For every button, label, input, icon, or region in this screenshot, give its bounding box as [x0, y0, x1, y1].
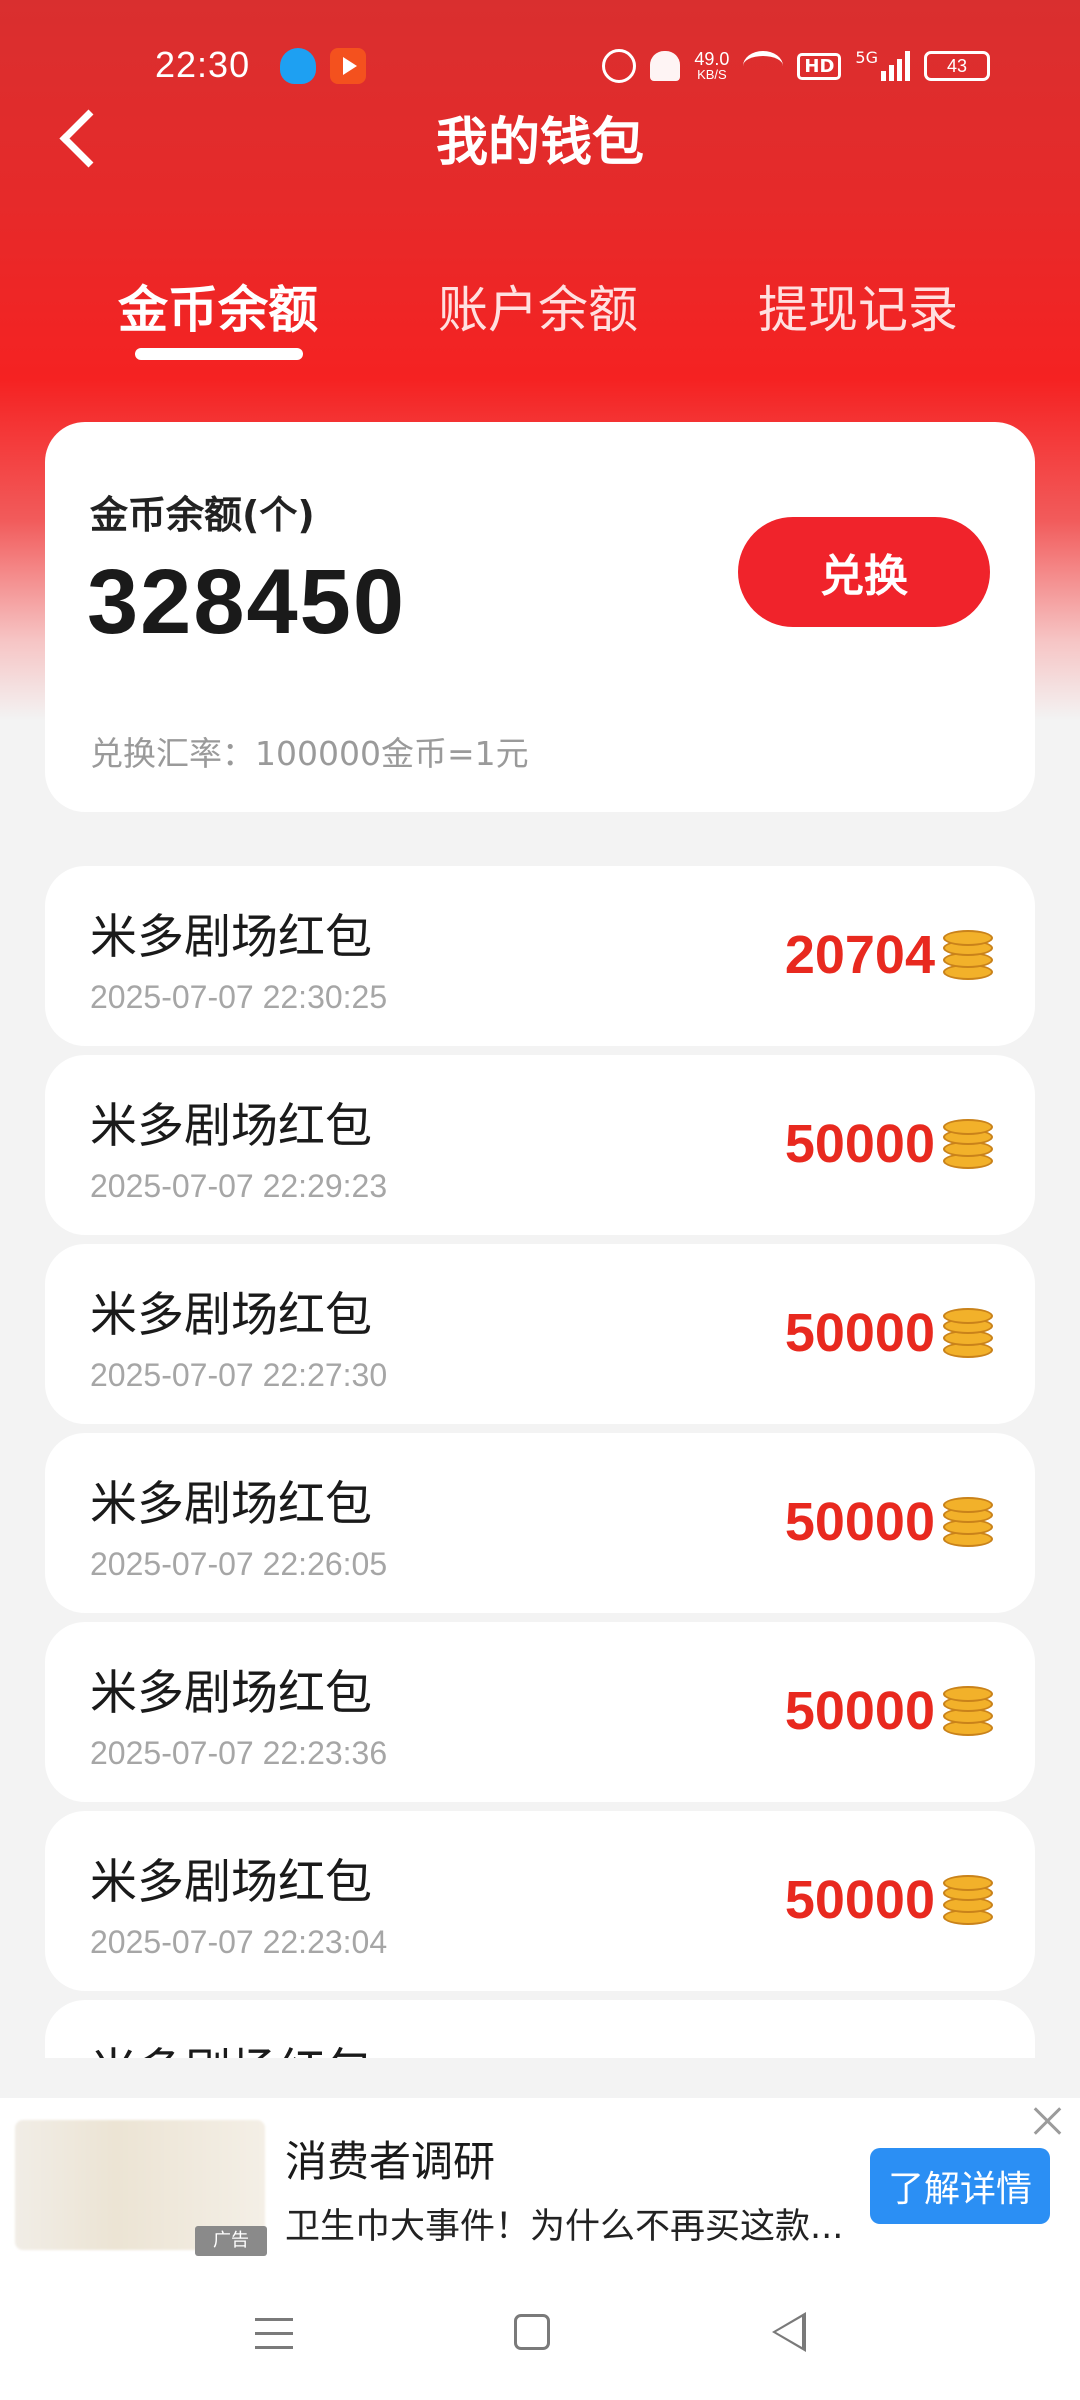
record-title: 米多剧场红包: [90, 1855, 372, 1910]
tab-coin-balance[interactable]: 金币余额: [118, 270, 318, 342]
ad-tag: 广告: [195, 2226, 267, 2256]
record-title: 米多剧场红包: [90, 910, 372, 965]
record-time: 2025-07-07 22:27:30: [90, 1357, 388, 1393]
list-item[interactable]: 米多剧场红包 2025-07-07 22:26:05 50000: [45, 1433, 1035, 1613]
coin-stack-icon: [943, 1308, 993, 1358]
coin-stack-icon: [943, 1875, 993, 1925]
list-item[interactable]: 米多剧场红包 2025-07-07 22:23:36 50000: [45, 1622, 1035, 1802]
menu-icon[interactable]: [255, 2316, 293, 2350]
list-item[interactable]: 米多剧场红包 2025-07-07 22:23:04 50000: [45, 1811, 1035, 1991]
record-title: 米多剧场红包: [90, 2032, 372, 2058]
close-icon[interactable]: [1030, 2103, 1066, 2139]
page-title: 我的钱包: [435, 113, 644, 173]
net-speed: 49.0 KB/S: [694, 50, 729, 82]
record-list[interactable]: 米多剧场红包 2025-07-07 22:30:25 20704 米多剧场红包 …: [0, 860, 1080, 2058]
qq-icon: [280, 48, 316, 84]
video-app-icon: [330, 48, 366, 84]
status-icons: 49.0 KB/S HD 5G 43: [602, 46, 990, 86]
battery-icon: 43: [924, 51, 990, 81]
tab-account-balance[interactable]: 账户余额: [438, 270, 638, 342]
ad-banner[interactable]: 广告 消费者调研 卫生巾大事件！为什么不再买这款... 了解详情: [0, 2098, 1080, 2268]
status-time: 22:30: [155, 44, 251, 85]
balance-card: 金币余额(个) 328450 兑换 兑换汇率：100000金币=1元: [45, 422, 1035, 812]
tab-indicator: [135, 348, 303, 360]
record-title: 米多剧场红包: [90, 1666, 372, 1721]
record-time: 2025-07-07 22:23:04: [90, 1924, 388, 1960]
ad-cta-button[interactable]: 了解详情: [870, 2148, 1050, 2224]
list-item[interactable]: 米多剧场红包: [45, 2000, 1035, 2058]
exchange-button[interactable]: 兑换: [738, 517, 990, 627]
record-time: 2025-07-07 22:29:23: [90, 1168, 388, 1204]
wifi-icon: [743, 51, 784, 81]
coin-stack-icon: [943, 1497, 993, 1547]
record-amount: 50000: [784, 1870, 935, 1930]
record-amount: 50000: [784, 1303, 935, 1363]
ad-description[interactable]: 卫生巾大事件！为什么不再买这款...: [285, 2198, 855, 2249]
coin-stack-icon: [943, 1119, 993, 1169]
list-item[interactable]: 米多剧场红包 2025-07-07 22:30:25 20704: [45, 866, 1035, 1046]
system-nav-bar: [0, 2268, 1080, 2400]
record-title: 米多剧场红包: [90, 1099, 372, 1154]
record-time: 2025-07-07 22:23:36: [90, 1735, 388, 1771]
record-amount: 50000: [784, 1681, 935, 1741]
network-type: 5G: [855, 48, 878, 67]
record-amount: 50000: [784, 1114, 935, 1174]
mute-bell-icon: [650, 51, 681, 81]
balance-label: 金币余额(个): [90, 493, 315, 537]
coin-stack-icon: [943, 930, 993, 980]
net-speed-value: 49.0: [694, 49, 730, 69]
signal-icon: 5G: [855, 48, 910, 81]
balance-value: 328450: [87, 551, 406, 653]
net-speed-unit: KB/S: [697, 67, 727, 82]
record-amount: 20704: [784, 925, 935, 985]
exchange-rate: 兑换汇率：100000金币=1元: [90, 734, 529, 773]
list-item[interactable]: 米多剧场红包 2025-07-07 22:27:30 50000: [45, 1244, 1035, 1424]
record-title: 米多剧场红包: [90, 1477, 372, 1532]
list-item[interactable]: 米多剧场红包 2025-07-07 22:29:23 50000: [45, 1055, 1035, 1235]
home-icon[interactable]: [514, 2314, 550, 2350]
tab-withdraw-records[interactable]: 提现记录: [758, 270, 958, 342]
record-time: 2025-07-07 22:30:25: [90, 979, 388, 1015]
coin-stack-icon: [943, 1686, 993, 1736]
record-amount: 50000: [784, 1492, 935, 1552]
back-triangle-icon[interactable]: [772, 2312, 806, 2352]
record-title: 米多剧场红包: [90, 1288, 372, 1343]
record-time: 2025-07-07 22:26:05: [90, 1546, 388, 1582]
alarm-icon: [602, 49, 637, 83]
hd-icon: HD: [797, 52, 842, 80]
ad-title[interactable]: 消费者调研: [285, 2128, 495, 2189]
